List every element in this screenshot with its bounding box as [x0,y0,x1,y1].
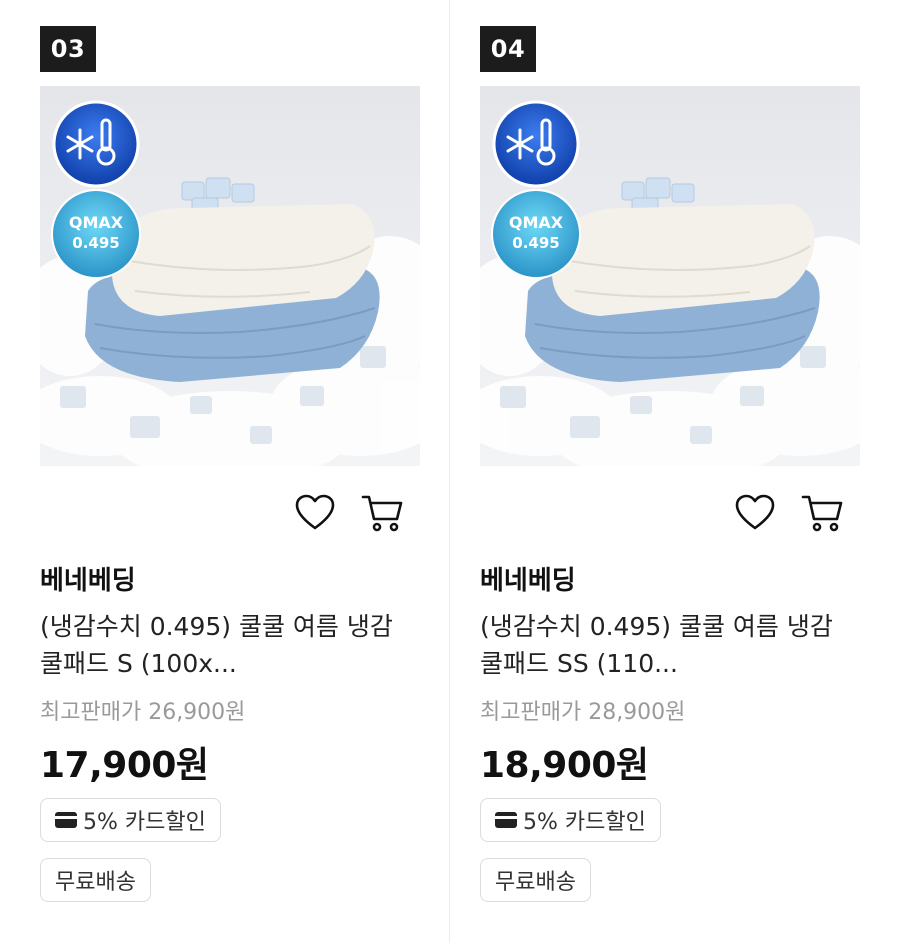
brand-name[interactable]: 베네베딩 [40,560,136,597]
wishlist-button[interactable] [732,490,778,536]
card-discount-label: 5% 카드할인 [523,810,646,835]
card-discount-label: 5% 카드할인 [83,810,206,835]
card-actions [292,490,406,536]
badge-text-2: 0.495 [512,234,559,252]
card-discount-tag: 5% 카드할인 [480,798,661,842]
wishlist-button[interactable] [292,490,338,536]
sale-price: 17,900원 [40,745,209,786]
badge-text-1: QMAX [69,213,124,232]
cart-icon [801,495,843,532]
product-image[interactable]: QMAX 0.495 [480,86,860,466]
credit-card-icon [495,812,517,828]
card-actions [732,490,846,536]
rank-badge: 04 [480,26,536,72]
product-title[interactable]: (냉감수치 0.495) 쿨쿨 여름 냉감 쿨패드 SS (110... [480,608,840,682]
cart-icon [361,495,403,532]
product-card[interactable]: 03 QMAX 0.495 베네베딩 (냉감수치 0.495) 쿨쿨 여름 냉감… [40,0,420,943]
badge-text-1: QMAX [509,213,564,232]
badge-text-2: 0.495 [72,234,119,252]
add-to-cart-button[interactable] [800,490,846,536]
heart-icon [295,494,335,530]
product-image[interactable]: QMAX 0.495 [40,86,420,466]
free-shipping-label: 무료배송 [55,870,136,895]
brand-name[interactable]: 베네베딩 [480,560,576,597]
heart-icon [735,494,775,530]
product-grid: 03 QMAX 0.495 베네베딩 (냉감수치 0.495) 쿨쿨 여름 냉감… [0,0,900,943]
column-divider [449,0,450,943]
card-discount-tag: 5% 카드할인 [40,798,221,842]
product-card[interactable]: 04 QMAX 0.495 베네베딩 (냉감수치 0.495) 쿨쿨 여름 냉감… [480,0,860,943]
original-price: 최고판매가 28,900원 [480,700,686,725]
sale-price: 18,900원 [480,745,649,786]
free-shipping-label: 무료배송 [495,870,576,895]
product-title[interactable]: (냉감수치 0.495) 쿨쿨 여름 냉감 쿨패드 S (100x... [40,608,400,682]
free-shipping-tag: 무료배송 [480,858,591,902]
add-to-cart-button[interactable] [360,490,406,536]
credit-card-icon [55,812,77,828]
free-shipping-tag: 무료배송 [40,858,151,902]
original-price: 최고판매가 26,900원 [40,700,246,725]
rank-badge: 03 [40,26,96,72]
